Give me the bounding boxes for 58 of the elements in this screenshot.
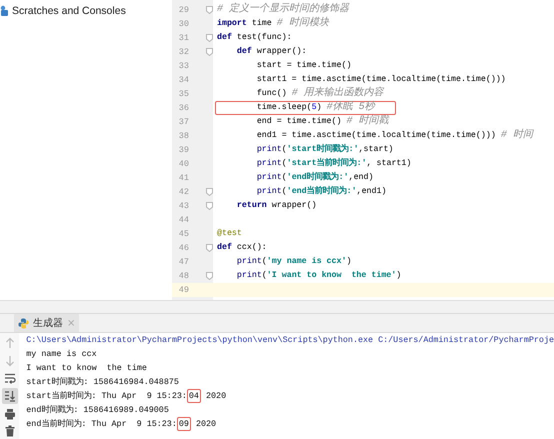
line-number: 37 [178,117,189,127]
code-line: print('end时间戳为:',end) [256,171,374,184]
console-line: my name is ccx [26,348,98,361]
line-number: 30 [178,19,189,29]
code-line: import time # 时间模块 [216,17,330,31]
fold-marker-icon[interactable] [206,272,213,280]
console-line: C:\Users\Administrator\PycharmProjects\python\venv\Scripts\python.exe C:/Users/Administrator/PycharmProje [26,334,554,347]
code-line: @test [216,228,243,240]
code-line: # 定义一个显示时间的修饰器 [216,3,350,16]
code-line: end = time.time() # 时间戳 [256,115,390,129]
run-tab[interactable]: 生成器 × [14,314,80,332]
line-number: 32 [178,47,189,57]
line-number: 35 [178,89,189,99]
code-line: print('I want to know the time') [236,270,402,282]
line-number: 47 [178,257,189,267]
line-number: 38 [178,131,189,141]
fold-marker-icon[interactable] [206,6,213,14]
line-number: 33 [178,61,189,71]
line-number: 36 [178,103,189,113]
console-line: end当前时间为: Thu Apr 9 15:23: 09 2020 [26,417,218,431]
line-number: 29 [178,5,189,15]
line-number: 42 [178,187,189,197]
code-line: def test(func): [216,32,293,44]
line-number: 45 [178,229,189,239]
code-line: print('start当前时间为:', start1) [256,157,412,170]
line-number: 39 [178,145,189,155]
line-number: 41 [178,173,189,183]
line-number: 34 [178,75,189,85]
scroll-to-end-icon[interactable] [2,388,18,404]
code-line: func() # 用来输出函数内容 [256,87,386,100]
line-number: 43 [178,201,189,211]
line-number: 49 [178,285,189,295]
line-number: 31 [178,33,189,43]
fold-marker-icon[interactable] [206,48,213,56]
code-line: return wrapper() [236,200,318,212]
tree-item-label[interactable]: Scratches and Consoles [12,4,126,16]
console-line: start当前时间为: Thu Apr 9 15:23: 04 2020 [26,389,228,403]
python-icon [18,318,29,328]
code-line: start = time.time() [256,60,352,72]
fold-marker-icon[interactable] [206,202,213,210]
code-line: def wrapper(): [236,46,308,58]
console-line: end时间戳为: 1586416989.049005 [26,404,170,417]
line-number: 44 [178,215,189,225]
scratches-icon [0,5,9,16]
console-line: I want to know the time [26,362,148,375]
code-line: print('my name is ccx') [236,256,352,268]
code-line: print('end当前时间为:',end1) [256,185,388,198]
fold-marker-icon[interactable] [206,244,213,252]
code-line: start1 = time.asctime(time.localtime(time.time())) [256,74,507,86]
code-line: def ccx(): [216,242,268,254]
line-number: 40 [178,159,189,169]
line-number: 46 [178,243,189,253]
console-line: start时间戳为: 1586416984.048875 [26,376,180,389]
code-line: print('start时间戳为:',start) [256,143,394,156]
fold-marker-icon[interactable] [206,188,213,196]
line-number: 48 [178,271,189,281]
fold-marker-icon[interactable] [206,34,213,42]
code-line: end1 = time.asctime(time.localtime(time.time())) # 时间 [256,129,535,143]
